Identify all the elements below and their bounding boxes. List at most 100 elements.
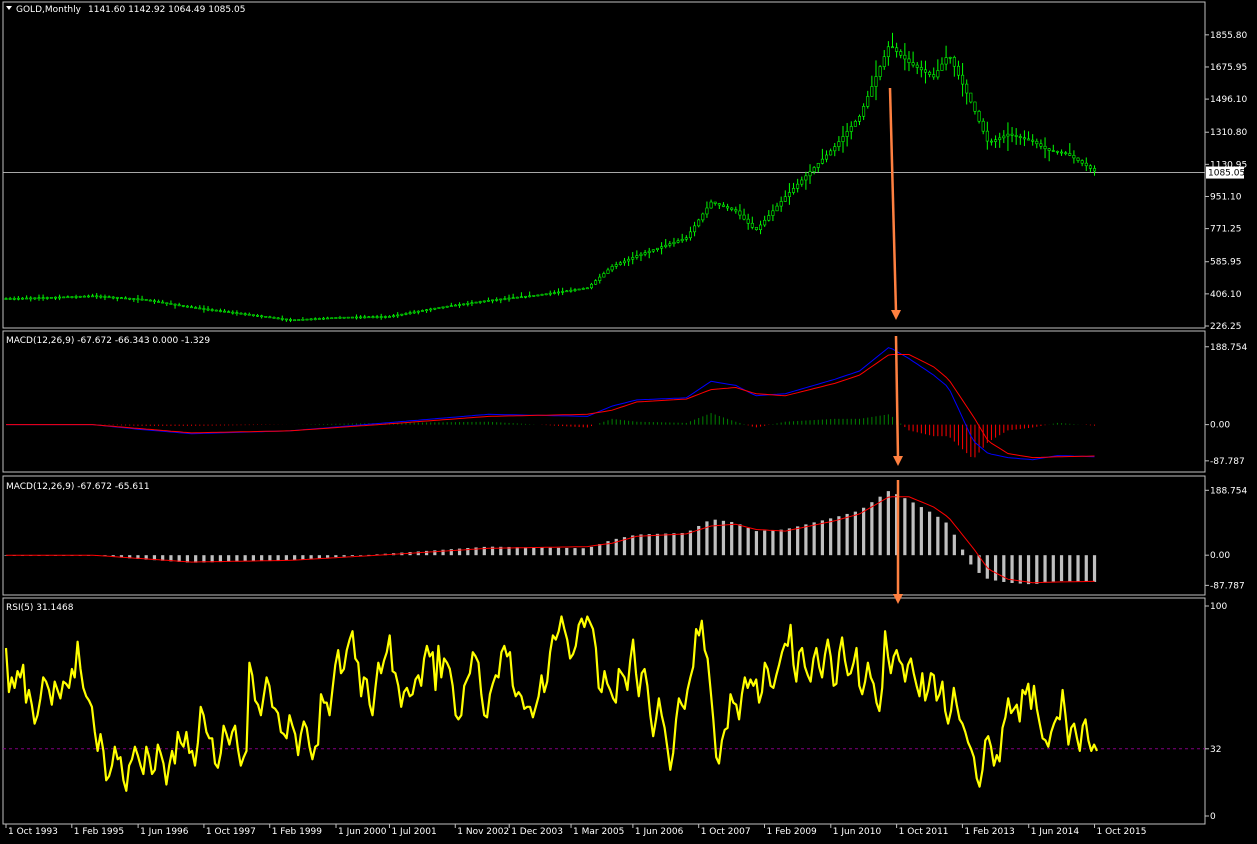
time-tick-label: 1 Feb 2013	[964, 827, 1014, 837]
candle-body	[383, 316, 387, 318]
candle-body	[218, 310, 222, 312]
candle-body	[519, 296, 523, 299]
macd2-bar	[1059, 555, 1064, 582]
macd-panel-1[interactable]: MACD(12,26,9) -67.672 -66.343 0.000 -1.3…	[2, 330, 1247, 473]
candle-body	[74, 296, 78, 298]
candle-body	[923, 69, 927, 73]
candle-body	[952, 57, 956, 67]
candle-body	[705, 207, 709, 215]
candle-body	[66, 296, 70, 299]
candle-body	[458, 304, 462, 306]
candle-body	[895, 47, 899, 52]
candle-body	[1060, 151, 1064, 154]
candle-body	[359, 316, 363, 319]
candle-body	[20, 297, 24, 300]
candle-body	[334, 317, 338, 319]
candle-body	[614, 264, 618, 267]
macd2-bar	[936, 516, 940, 556]
candle-body	[29, 297, 33, 300]
price-tick-label: 226.25	[1210, 322, 1242, 332]
candle-body	[433, 307, 437, 310]
candle-body	[808, 171, 812, 177]
candle-body	[280, 318, 284, 320]
candle-body	[194, 307, 198, 309]
candle-body	[25, 297, 29, 300]
macd2-bar	[284, 555, 288, 561]
rsi-panel[interactable]: RSI(5) 31.1468 100 32 0	[2, 597, 1227, 825]
rsi-tick-label: 0	[1210, 812, 1216, 822]
macd2-tick-label: 188.754	[1210, 486, 1247, 496]
macd2-bar	[787, 528, 792, 556]
candle-body	[544, 293, 548, 296]
candle-body	[144, 299, 148, 301]
price-panel[interactable]: GOLD,Monthly 1141.60 1142.92 1064.49 108…	[2, 1, 1247, 332]
candle-body	[8, 298, 12, 300]
macd2-bar	[927, 511, 932, 556]
candle-body	[907, 58, 911, 63]
candle-body	[684, 237, 688, 240]
chart-window[interactable]: GOLD,Monthly 1141.60 1142.92 1064.49 108…	[0, 0, 1257, 844]
candle-body	[936, 70, 940, 78]
candle-body	[495, 299, 499, 301]
macd1-title: MACD(12,26,9) -67.672 -66.343 0.000 -1.3…	[6, 336, 210, 346]
macd2-bar	[532, 547, 536, 556]
candle-body	[890, 46, 894, 49]
time-tick-label: 1 Feb 2009	[767, 827, 818, 837]
macd2-bar	[993, 555, 998, 581]
candle-body	[742, 214, 746, 220]
candle-body	[330, 317, 334, 320]
candle-body	[1022, 137, 1026, 140]
candle-body	[796, 183, 800, 189]
macd2-bar	[227, 555, 231, 562]
macd2-bar	[1010, 555, 1014, 583]
macd2-bar	[334, 555, 338, 558]
candle-body	[367, 316, 371, 319]
macd2-bar	[1043, 555, 1047, 583]
candle-body	[1068, 153, 1072, 156]
candle-body	[272, 317, 276, 319]
candle-body	[313, 318, 317, 320]
macd2-bar	[631, 535, 635, 556]
candle-body	[565, 290, 569, 293]
candle-body	[396, 314, 400, 317]
candle-body	[536, 294, 540, 297]
candle-body	[181, 305, 185, 307]
macd2-bar	[326, 555, 330, 558]
candle-body	[552, 292, 556, 294]
candle-body	[70, 296, 74, 298]
candle-body	[680, 238, 684, 242]
candle-body	[239, 312, 243, 315]
candle-body	[82, 295, 86, 298]
candle-body	[251, 314, 255, 317]
candle-body	[16, 297, 20, 300]
candle-body	[866, 96, 870, 107]
candle-body	[1002, 135, 1006, 139]
candle-body	[470, 302, 474, 304]
macd2-bar	[886, 491, 890, 556]
macd2-bar	[746, 527, 750, 556]
macd2-bar	[1018, 555, 1022, 584]
macd2-bar	[878, 496, 882, 556]
candle-body	[78, 295, 82, 298]
macd2-bar	[540, 547, 544, 556]
candle-body	[1018, 136, 1022, 139]
candle-body	[956, 65, 960, 76]
macd1-tick-label: 188.754	[1210, 343, 1247, 353]
price-tick-label: 406.10	[1210, 290, 1242, 300]
time-tick-label: 1 Jul 2001	[391, 827, 436, 837]
price-ohlc-label: 1141.60 1142.92 1064.49 1085.05	[88, 5, 245, 15]
macd2-bar	[301, 555, 305, 560]
macd-panel-2[interactable]: MACD(12,26,9) -67.672 -65.611 188.754 0.0…	[2, 475, 1247, 596]
candle-body	[276, 317, 280, 320]
candle-body	[227, 311, 231, 313]
candle-body	[1072, 155, 1076, 159]
macd2-bar	[647, 534, 651, 556]
candle-body	[882, 56, 886, 67]
macd2-bar	[779, 529, 783, 556]
candle-body	[734, 209, 738, 212]
candle-body	[210, 309, 214, 311]
candle-body	[998, 137, 1002, 141]
candle-body	[965, 83, 969, 94]
candle-body	[206, 308, 210, 311]
candle-body	[301, 318, 305, 321]
